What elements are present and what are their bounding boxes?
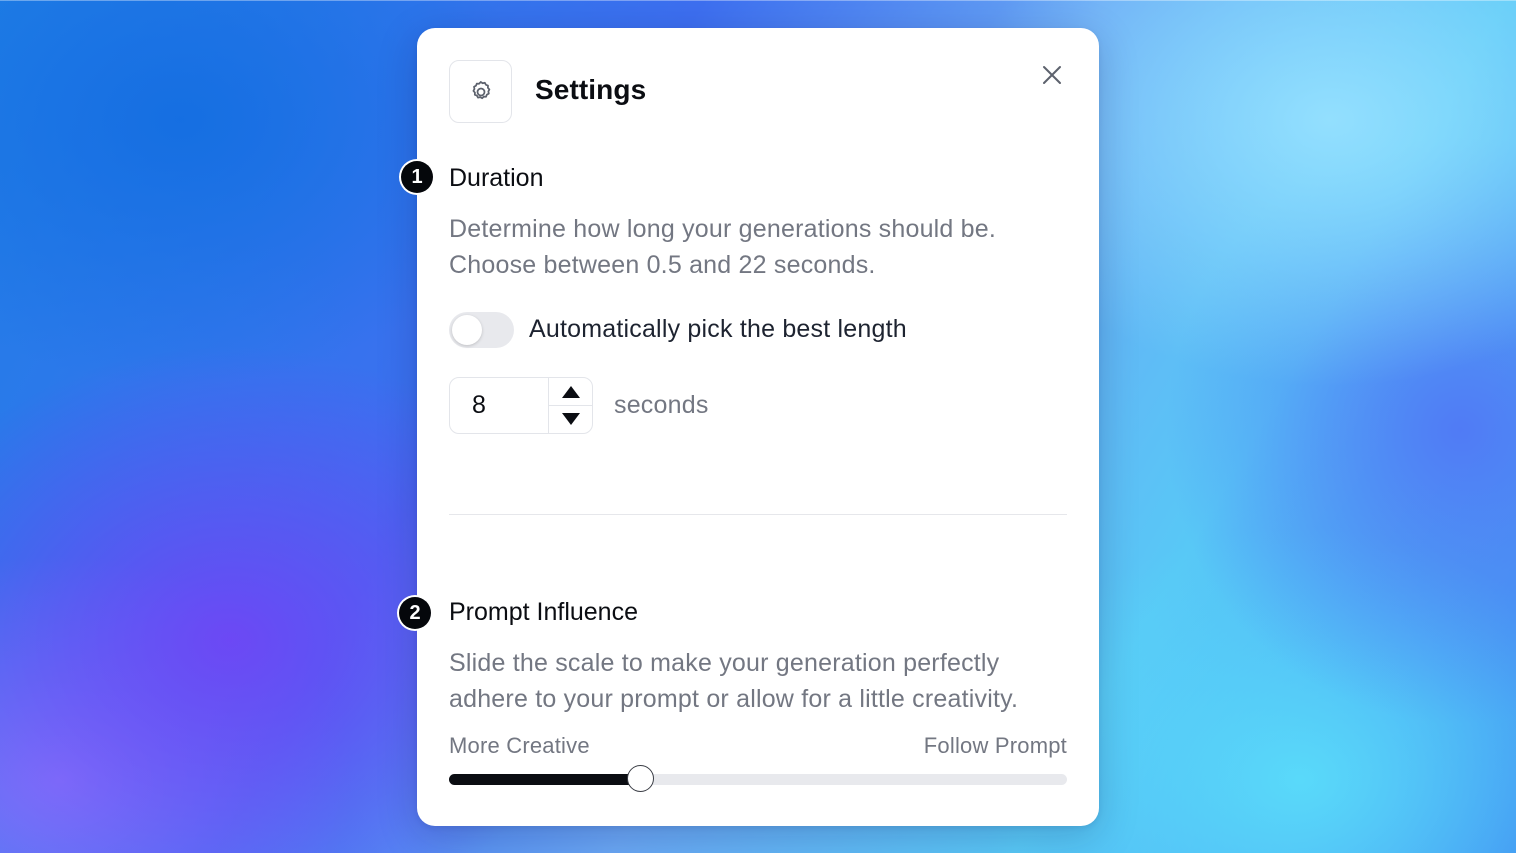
duration-stepper <box>548 378 593 433</box>
close-icon[interactable] <box>1041 64 1063 86</box>
step-badge-duration: 1 <box>401 161 433 193</box>
stepper-increment-button[interactable] <box>549 378 593 406</box>
duration-description: Determine how long your generations shou… <box>449 215 997 279</box>
triangle-up-icon <box>562 385 580 398</box>
slider-thumb[interactable] <box>626 765 654 792</box>
slider-max-label: Follow Prompt <box>923 733 1067 758</box>
close-button[interactable] <box>1037 60 1067 90</box>
triangle-down-icon <box>562 412 580 425</box>
section-divider <box>449 514 1067 515</box>
stepper-decrement-button[interactable] <box>549 405 593 432</box>
auto-length-toggle[interactable] <box>449 312 514 348</box>
background-edge <box>0 0 1516 1</box>
duration-title: Duration <box>449 164 544 192</box>
slider-min-label: More Creative <box>449 733 590 758</box>
prompt-influence-slider[interactable] <box>449 765 1067 792</box>
slider-fill <box>449 774 641 785</box>
step-badge-prompt-influence: 2 <box>399 597 431 629</box>
dialog-title: Settings <box>535 74 647 105</box>
auto-length-label: Automatically pick the best length <box>529 315 907 343</box>
duration-value[interactable]: 8 <box>472 391 486 420</box>
prompt-influence-title: Prompt Influence <box>449 598 638 626</box>
settings-dialog: Settings 1 Duration Determine how long y… <box>399 28 1099 826</box>
duration-unit-label: seconds <box>614 391 709 419</box>
gear-icon <box>472 80 490 99</box>
prompt-influence-description: Slide the scale to make your generation … <box>449 649 1019 713</box>
settings-header-icon-box <box>449 60 512 123</box>
duration-number-input[interactable]: 8 <box>449 377 593 434</box>
toggle-knob <box>452 315 482 345</box>
